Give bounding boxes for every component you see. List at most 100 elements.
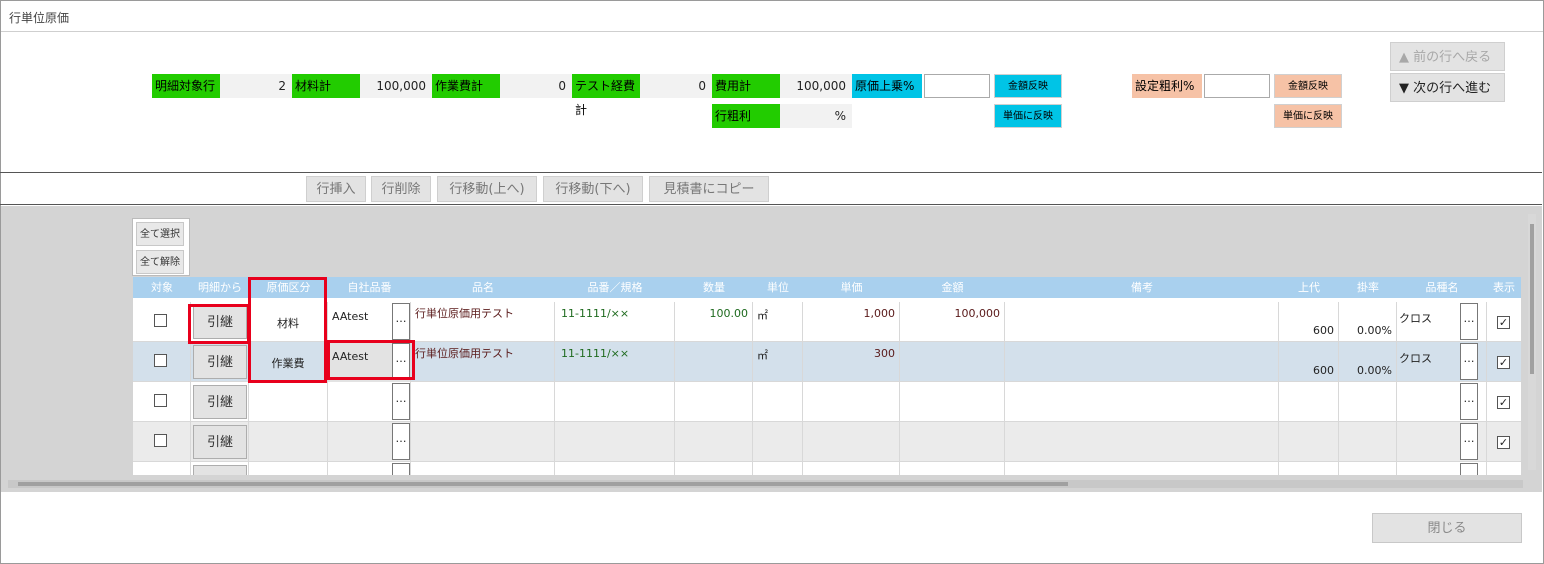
col-name: 品名	[472, 281, 494, 294]
test-label: テスト経費計	[572, 74, 640, 117]
rate-cell[interactable]	[1339, 422, 1397, 462]
own-code-lookup-button[interactable]: …	[392, 423, 410, 460]
note-cell[interactable]	[1005, 422, 1279, 462]
move-up-button[interactable]: 行移動(上へ)	[437, 176, 537, 202]
display-checkbox[interactable]: ✓	[1497, 356, 1510, 369]
close-button[interactable]: 閉じる	[1372, 513, 1522, 543]
category-text[interactable]: クロス	[1399, 310, 1432, 326]
table-row: 引継 … … ✓	[133, 382, 1521, 422]
margin-amount-button[interactable]: 金額反映	[1274, 74, 1342, 98]
markup-input[interactable]	[924, 74, 990, 98]
unit-price-cell[interactable]: 300	[803, 342, 900, 382]
category-text[interactable]: クロス	[1399, 350, 1432, 366]
spec-cell[interactable]: 11-1111/××	[555, 342, 675, 382]
copy-to-estimate-button[interactable]: 見積書にコピー	[649, 176, 769, 202]
unit-price-cell[interactable]	[803, 382, 900, 422]
material-value: 100,000	[360, 74, 432, 98]
delete-row-button[interactable]: 行削除	[371, 176, 431, 202]
list-price-cell[interactable]	[1279, 382, 1339, 422]
prev-row-button[interactable]: ▲ 前の行へ戻る	[1390, 42, 1505, 71]
qty-cell[interactable]	[675, 422, 753, 462]
unit-price-cell[interactable]	[803, 422, 900, 462]
category-lookup-button[interactable]: …	[1460, 423, 1478, 460]
rate-cell[interactable]	[1339, 382, 1397, 422]
inherit-button[interactable]: 引継	[193, 425, 247, 459]
highlight-inherit-button	[188, 304, 250, 344]
display-checkbox[interactable]: ✓	[1497, 396, 1510, 409]
col-qty: 数量	[703, 281, 725, 294]
target-margin-input[interactable]	[1204, 74, 1270, 98]
unit-cell[interactable]	[753, 382, 803, 422]
vertical-scrollbar[interactable]	[1528, 214, 1536, 470]
col-target: 対象	[151, 281, 173, 294]
rate-cell[interactable]: 0.00%	[1339, 342, 1397, 382]
name-cell[interactable]: 行単位原価用テスト	[411, 342, 555, 382]
inherit-button[interactable]	[193, 465, 247, 475]
list-price-cell[interactable]	[1279, 422, 1339, 462]
name-cell[interactable]: 行単位原価用テスト	[411, 302, 555, 342]
highlight-own-code-cell	[327, 340, 415, 380]
margin-unit-price-button[interactable]: 単価に反映	[1274, 104, 1342, 128]
move-down-button[interactable]: 行移動(下へ)	[543, 176, 643, 202]
list-price-cell[interactable]: 600	[1279, 342, 1339, 382]
category-lookup-button[interactable]	[1460, 463, 1478, 475]
unit-cell[interactable]: ㎡	[753, 342, 803, 382]
qty-cell[interactable]	[675, 382, 753, 422]
own-code-text[interactable]: AAtest	[332, 310, 368, 323]
inherit-button[interactable]: 引継	[193, 345, 247, 379]
name-cell[interactable]	[411, 382, 555, 422]
category-lookup-button[interactable]: …	[1460, 303, 1478, 340]
display-checkbox[interactable]: ✓	[1497, 316, 1510, 329]
row-checkbox[interactable]	[154, 434, 167, 447]
gross-label: 行粗利	[712, 104, 780, 128]
row-checkbox[interactable]	[154, 314, 167, 327]
col-own-code: 自社品番	[347, 281, 392, 294]
deselect-all-button[interactable]: 全て解除	[136, 250, 184, 274]
vertical-scroll-thumb[interactable]	[1530, 224, 1534, 374]
cost-type-cell[interactable]	[249, 422, 328, 462]
qty-cell[interactable]: 100.00	[675, 302, 753, 342]
select-all-button[interactable]: 全て選択	[136, 222, 184, 246]
category-lookup-button[interactable]: …	[1460, 383, 1478, 420]
own-code-lookup-button[interactable]: …	[392, 303, 410, 340]
cost-type-cell[interactable]	[249, 382, 328, 422]
note-cell[interactable]	[1005, 382, 1279, 422]
work-label: 作業費計	[432, 74, 500, 98]
cost-label: 費用計	[712, 74, 780, 98]
unit-cell[interactable]: ㎡	[753, 302, 803, 342]
amount-cell[interactable]	[900, 342, 1005, 382]
qty-cell[interactable]	[675, 342, 753, 382]
col-category: 品種名	[1425, 281, 1459, 294]
amount-cell[interactable]: 100,000	[900, 302, 1005, 342]
note-cell[interactable]	[1005, 302, 1279, 342]
note-cell[interactable]	[1005, 342, 1279, 382]
horizontal-scroll-thumb[interactable]	[18, 482, 1068, 486]
display-checkbox[interactable]: ✓	[1497, 436, 1510, 449]
row-checkbox[interactable]	[154, 354, 167, 367]
own-code-lookup-button[interactable]	[392, 463, 410, 475]
unit-price-cell[interactable]: 1,000	[803, 302, 900, 342]
next-row-button[interactable]: ▼ 次の行へ進む	[1390, 73, 1505, 102]
own-code-lookup-button[interactable]: …	[392, 383, 410, 420]
col-note: 備考	[1131, 281, 1153, 294]
name-cell[interactable]	[411, 422, 555, 462]
spec-cell[interactable]	[555, 382, 675, 422]
spec-cell[interactable]	[555, 422, 675, 462]
row-count-value: 2	[220, 74, 292, 98]
amount-cell[interactable]	[900, 382, 1005, 422]
unit-cell[interactable]	[753, 422, 803, 462]
markup-unit-price-button[interactable]: 単価に反映	[994, 104, 1062, 128]
inherit-button[interactable]: 引継	[193, 385, 247, 419]
markup-amount-button[interactable]: 金額反映	[994, 74, 1062, 98]
divider	[0, 204, 1542, 205]
spec-cell[interactable]: 11-1111/××	[555, 302, 675, 342]
insert-row-button[interactable]: 行挿入	[306, 176, 366, 202]
row-checkbox[interactable]	[154, 394, 167, 407]
category-lookup-button[interactable]: …	[1460, 343, 1478, 380]
amount-cell[interactable]	[900, 422, 1005, 462]
horizontal-scrollbar[interactable]	[8, 480, 1523, 488]
rate-cell[interactable]: 0.00%	[1339, 302, 1397, 342]
col-display: 表示	[1493, 281, 1515, 294]
list-price-cell[interactable]: 600	[1279, 302, 1339, 342]
col-spec: 品番／規格	[587, 281, 643, 294]
